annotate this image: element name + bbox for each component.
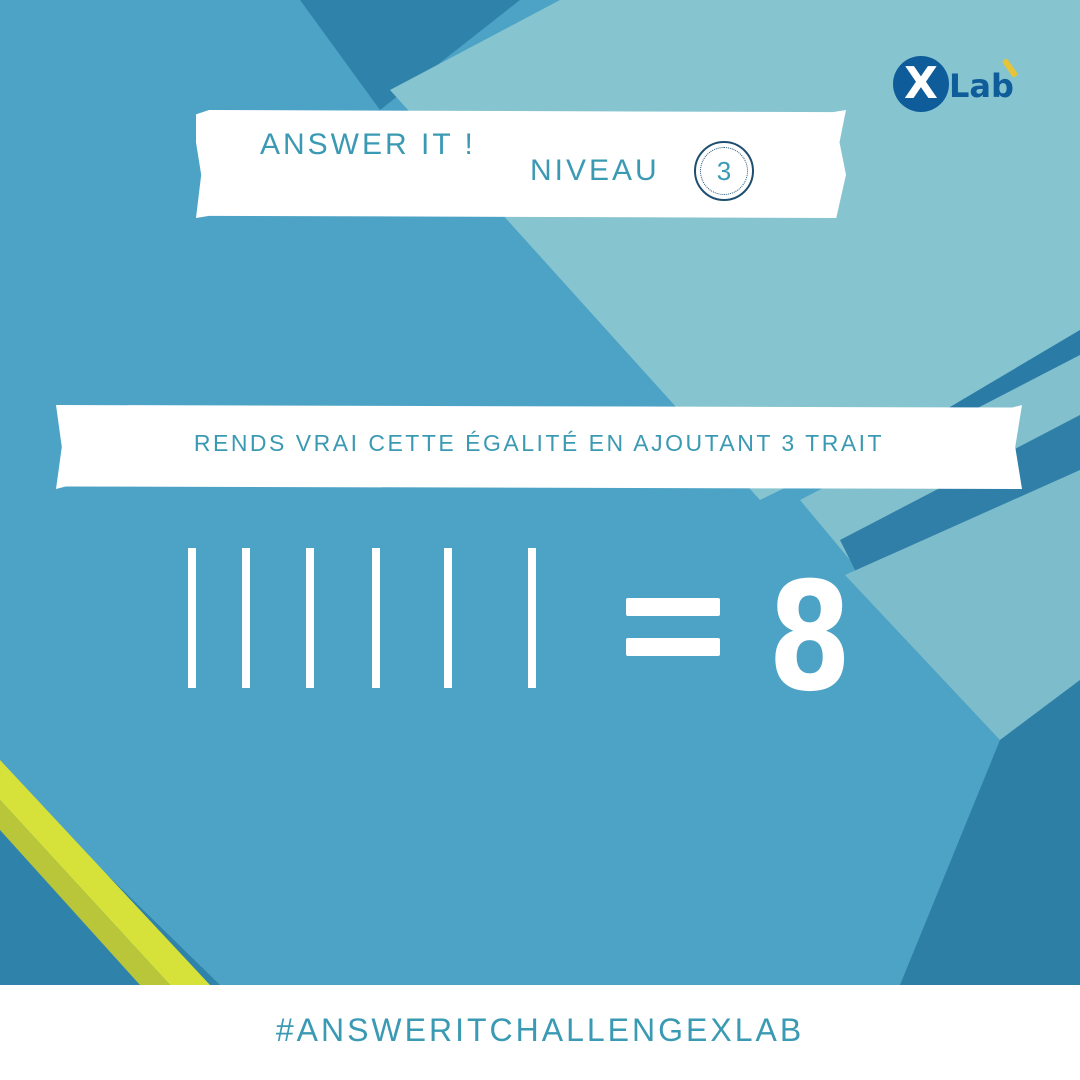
page-title: ANSWER IT ! bbox=[260, 128, 476, 161]
matchstick-group bbox=[180, 548, 560, 690]
equals-sign bbox=[626, 598, 720, 656]
logo-mark: X bbox=[893, 56, 949, 112]
matchstick bbox=[306, 548, 314, 688]
matchstick bbox=[372, 548, 380, 688]
level-label: NIVEAU bbox=[530, 154, 660, 187]
matchstick bbox=[444, 548, 452, 688]
instruction-text: RENDS VRAI CETTE ÉGALITÉ EN AJOUTANT 3 T… bbox=[193, 430, 885, 456]
equals-bar bbox=[626, 638, 720, 656]
footer-hashtag: #ANSWERITCHALLENGEXLAB bbox=[275, 1012, 805, 1048]
xlab-logo: X Lab bbox=[893, 56, 1043, 116]
background-canvas: X Lab ANSWER IT ! NIVEAU 3 RENDS VRAI CE… bbox=[0, 0, 1080, 985]
level-badge: 3 bbox=[694, 141, 754, 201]
result-number: 8 bbox=[768, 551, 852, 725]
logo-text: Lab bbox=[949, 67, 1014, 105]
equals-bar bbox=[626, 598, 720, 616]
matchstick bbox=[188, 548, 196, 688]
matchstick bbox=[242, 548, 250, 688]
matchstick bbox=[528, 548, 536, 688]
